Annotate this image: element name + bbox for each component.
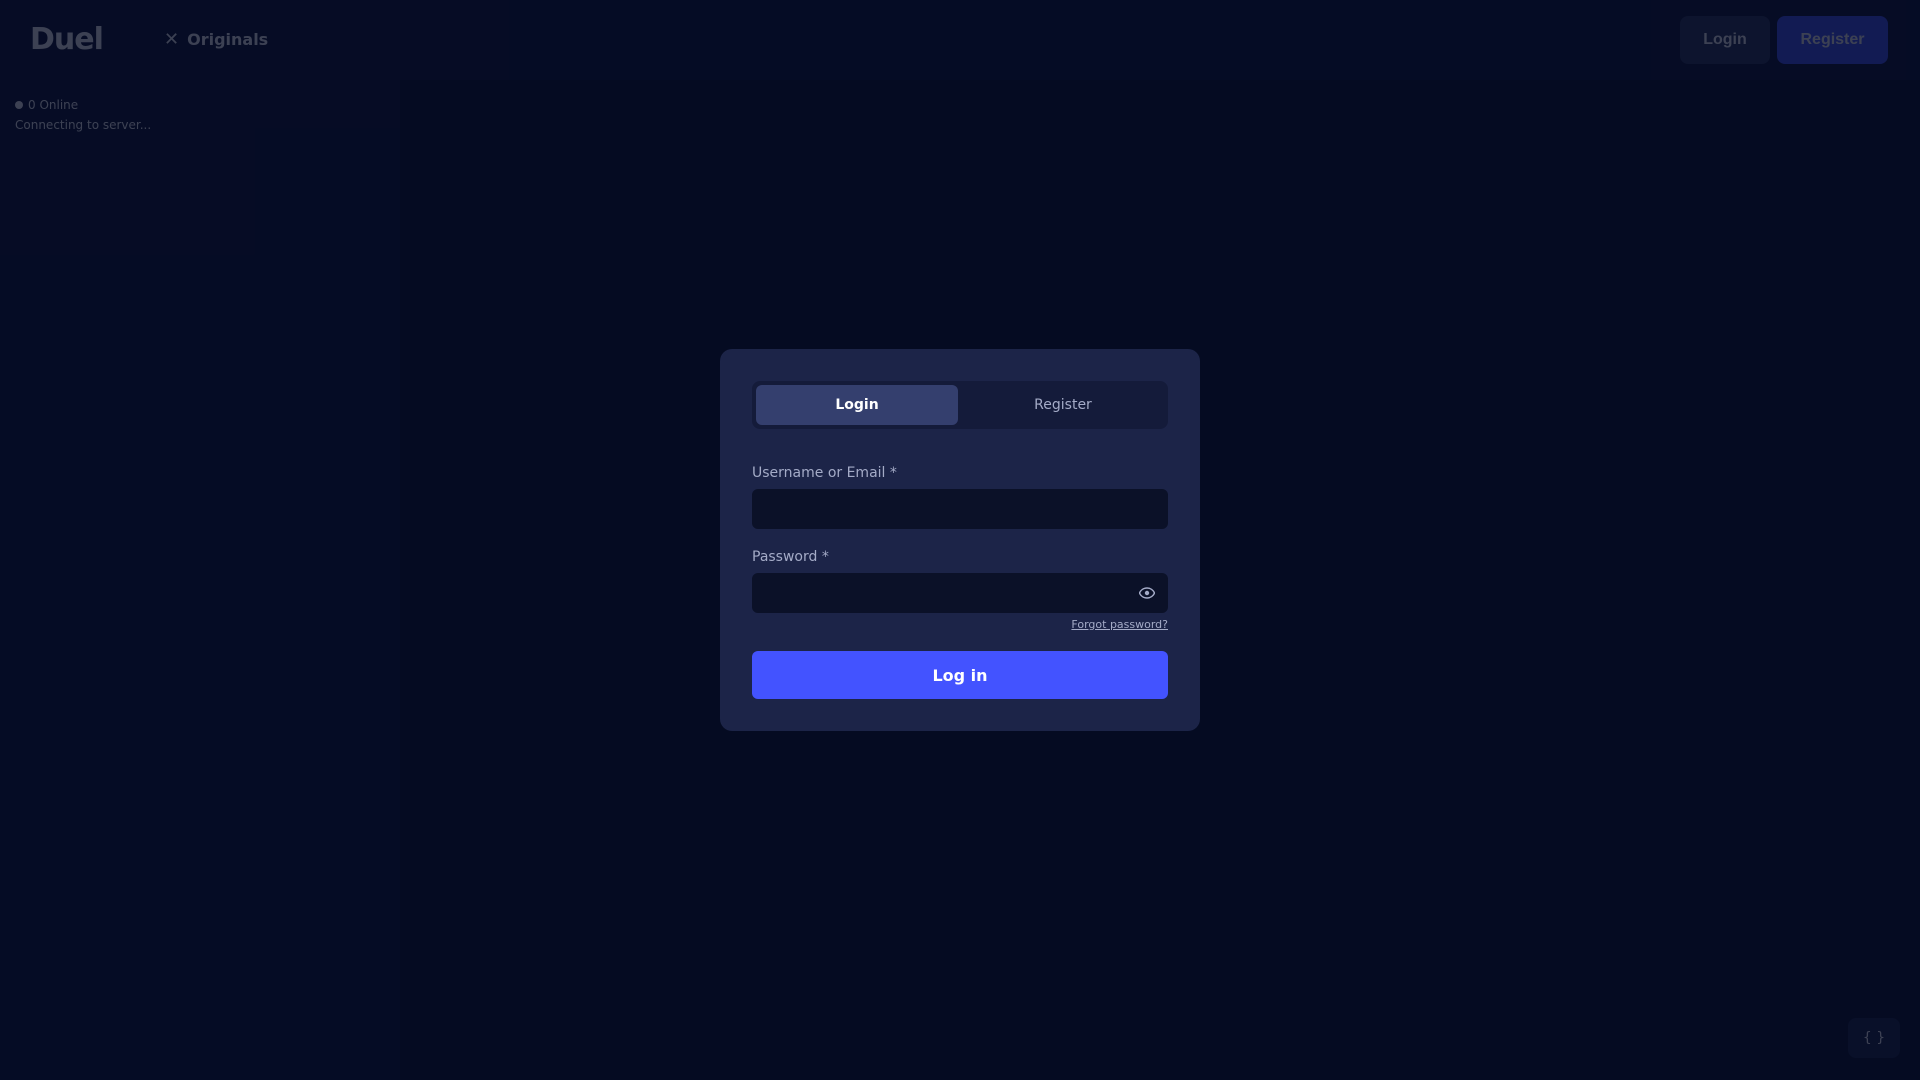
nav-originals[interactable]: ✕ Originals: [164, 30, 268, 49]
tab-register[interactable]: Register: [962, 385, 1164, 425]
username-input[interactable]: [752, 489, 1168, 529]
login-submit-button[interactable]: Log in: [752, 651, 1168, 699]
code-widget-button[interactable]: { }: [1848, 1018, 1900, 1058]
logo: Duel: [30, 22, 104, 57]
username-label: Username or Email *: [752, 465, 897, 481]
online-dot-icon: [15, 101, 23, 109]
sidebar-panel: [0, 80, 400, 1080]
forgot-password-link[interactable]: Forgot password?: [1030, 618, 1168, 631]
eye-icon[interactable]: [1138, 585, 1156, 601]
header-register-button[interactable]: Register: [1777, 16, 1888, 64]
crossed-swords-icon: ✕: [164, 28, 180, 50]
login-modal: Login Register Username or Email * Passw…: [720, 349, 1200, 731]
auth-tabs: Login Register: [752, 381, 1168, 429]
password-input[interactable]: [752, 573, 1168, 613]
header-login-button[interactable]: Login: [1680, 16, 1770, 64]
password-label: Password *: [752, 549, 829, 565]
top-bar: Duel ✕ Originals Login Register: [0, 0, 1920, 80]
online-count: 0 Online: [28, 98, 79, 112]
connecting-status: Connecting to server...: [15, 118, 152, 132]
nav-originals-label: Originals: [187, 30, 269, 49]
online-status: 0 Online: [15, 98, 78, 112]
page: Duel ✕ Originals Login Register 0 Online…: [0, 0, 1920, 1080]
tab-login[interactable]: Login: [756, 385, 958, 425]
